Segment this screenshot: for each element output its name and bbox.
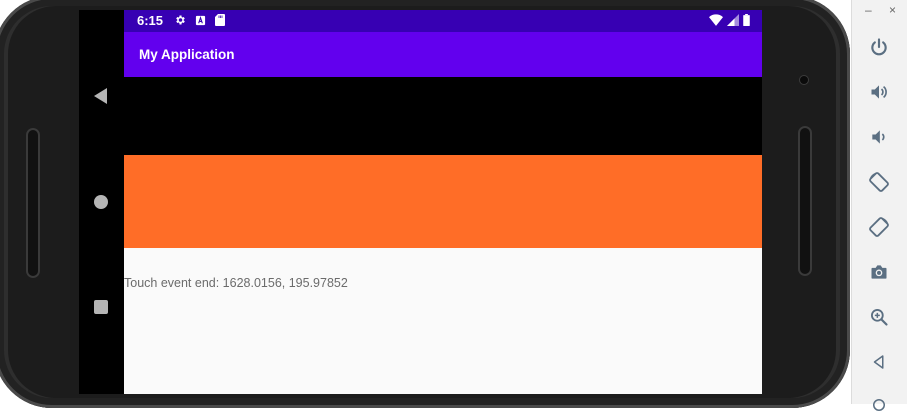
front-camera bbox=[800, 76, 808, 84]
home-button[interactable] bbox=[866, 392, 892, 418]
back-button[interactable] bbox=[866, 349, 892, 375]
black-view bbox=[124, 77, 762, 155]
power-icon bbox=[871, 38, 887, 56]
rotate-right-button[interactable] bbox=[866, 214, 892, 240]
left-speaker bbox=[26, 128, 40, 278]
home-icon[interactable] bbox=[94, 195, 108, 209]
wifi-icon bbox=[709, 14, 723, 26]
device-screen: 6:15 My Application Touch event end: 162… bbox=[124, 10, 762, 394]
signal-icon bbox=[727, 14, 739, 26]
minimize-button[interactable]: – bbox=[865, 4, 872, 16]
window-controls: – × bbox=[852, 4, 907, 18]
status-icons-right bbox=[709, 14, 750, 26]
volume-up-button[interactable] bbox=[866, 79, 892, 105]
power-button[interactable] bbox=[866, 34, 892, 60]
touch-event-text: Touch event end: 1628.0156, 195.97852 bbox=[124, 276, 348, 290]
rotate-left-button[interactable] bbox=[866, 169, 892, 195]
volume-down-icon bbox=[872, 130, 885, 144]
navigation-bar bbox=[79, 10, 124, 394]
home-circle-icon bbox=[873, 399, 885, 411]
app-title: My Application bbox=[139, 47, 235, 62]
settings-icon bbox=[176, 15, 185, 25]
right-speaker bbox=[798, 126, 812, 276]
volume-up-icon bbox=[871, 85, 887, 99]
status-bar: 6:15 bbox=[124, 10, 762, 32]
zoom-button[interactable] bbox=[866, 304, 892, 330]
text-input-icon bbox=[195, 15, 206, 25]
content-area[interactable]: Touch event end: 1628.0156, 195.97852 bbox=[124, 248, 762, 394]
recents-icon[interactable] bbox=[94, 300, 108, 314]
back-triangle-icon bbox=[873, 355, 884, 369]
battery-icon bbox=[743, 14, 750, 26]
app-bar: My Application bbox=[124, 32, 762, 77]
camera-icon bbox=[871, 265, 887, 279]
close-button[interactable]: × bbox=[889, 4, 896, 16]
status-time: 6:15 bbox=[137, 13, 164, 28]
status-icons-left bbox=[174, 14, 225, 26]
rotate-right-icon bbox=[869, 217, 889, 237]
orange-view[interactable] bbox=[124, 155, 762, 248]
zoom-icon bbox=[871, 309, 888, 326]
back-icon[interactable] bbox=[94, 88, 107, 104]
emulator-toolbar: – × bbox=[851, 0, 907, 411]
rotate-left-icon bbox=[869, 172, 889, 192]
sd-card-icon bbox=[215, 14, 225, 26]
screenshot-button[interactable] bbox=[866, 259, 892, 285]
volume-down-button[interactable] bbox=[866, 124, 892, 150]
